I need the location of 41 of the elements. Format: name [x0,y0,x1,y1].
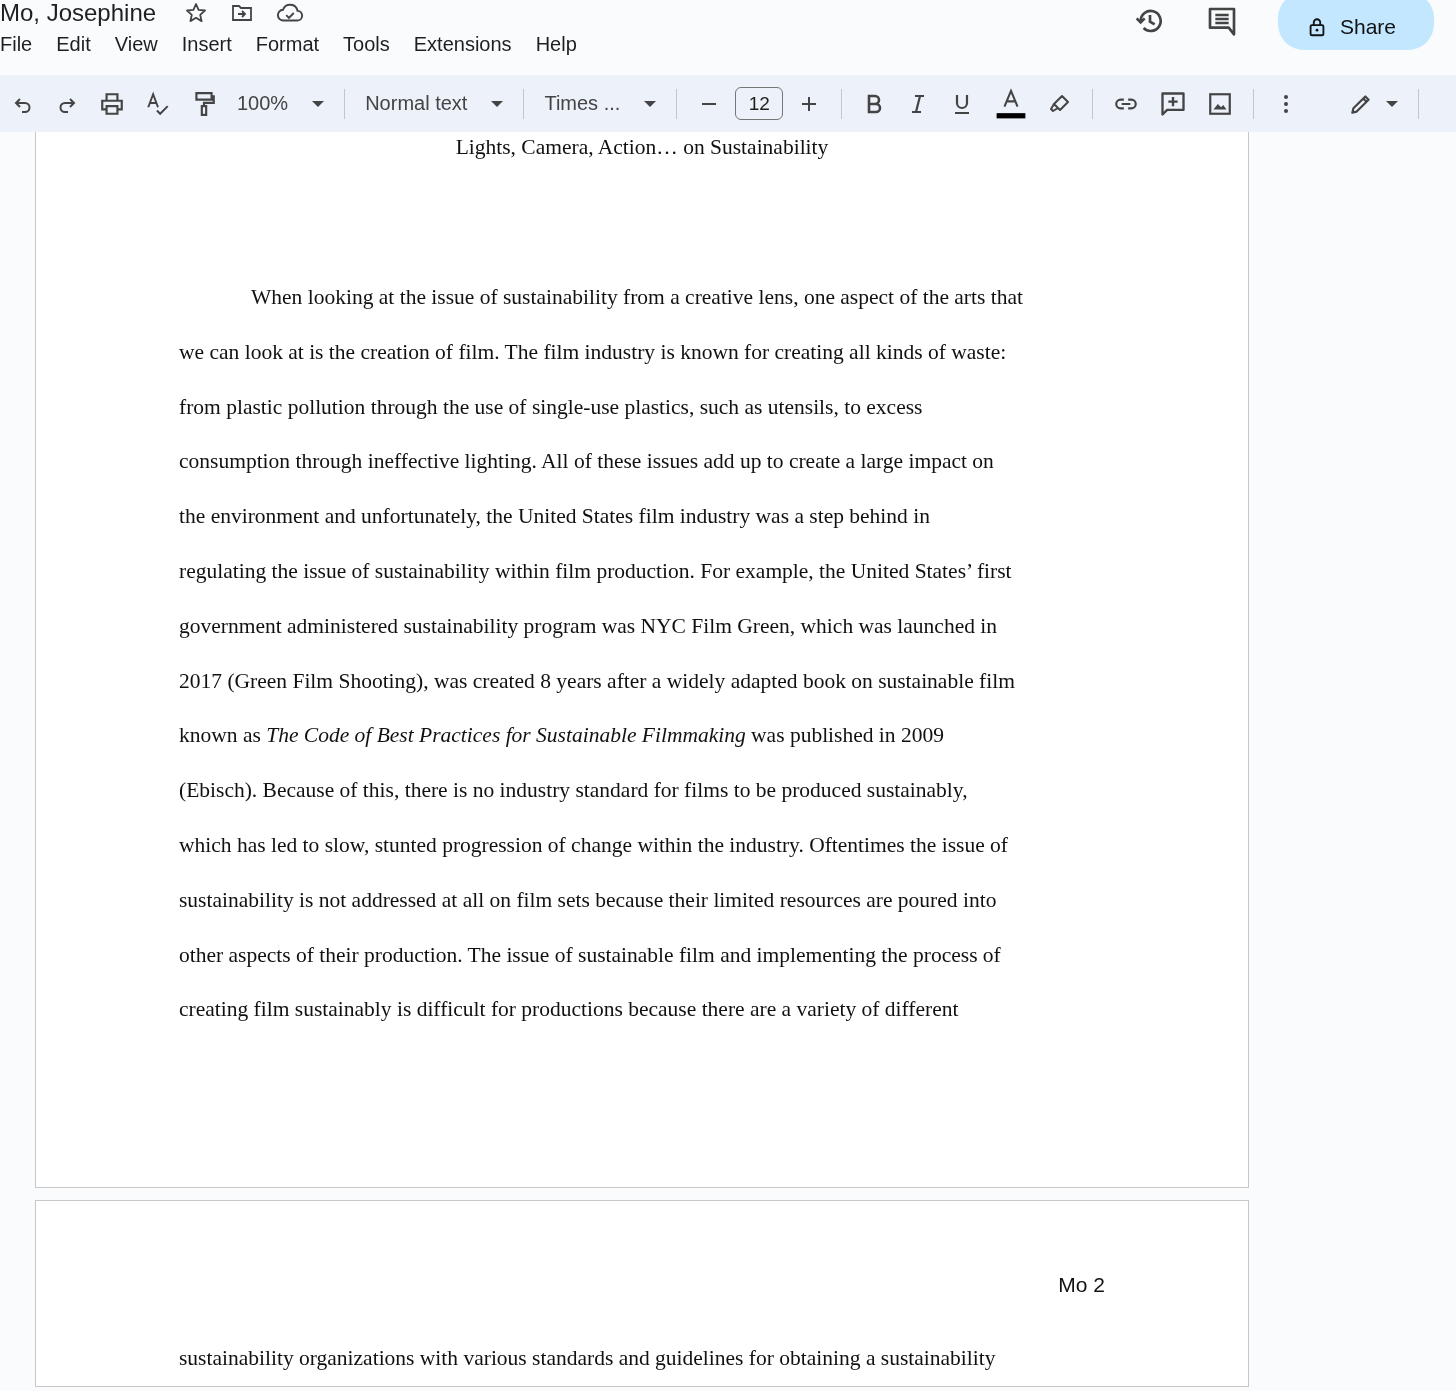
caret-icon [312,100,325,107]
font-size-field[interactable]: 12 [735,87,784,120]
body-text-line: sustainability organizations with various standards and guidelines for obtaining a sustainability [179,1346,996,1370]
menu-item[interactable]: Help [535,33,577,56]
body-text-line: consumption through ineffective lighting. All of these issues add up to create a large impact on [179,449,994,474]
menu-item[interactable]: Insert [181,33,232,56]
document-heading: Lights, Camera, Action… on Sustainability [455,135,829,159]
body-text-line: creating film sustainably is difficult for productions because there are a variety of different [179,997,959,1022]
body-text-line: from plastic pollution through the use of single-use plastics, such as utensils, to excess [179,394,923,419]
document-title[interactable]: Mo, Josephine [0,0,157,27]
page-header: Mo 2 [1058,1273,1105,1296]
caret-icon [1386,100,1399,107]
font-dropdown[interactable]: Times ... [544,92,657,115]
menu-item[interactable]: Tools [343,33,390,56]
zoom-dropdown[interactable]: 100% [237,92,325,115]
star-icon[interactable] [184,1,209,25]
print-icon[interactable] [99,90,125,117]
body-text-line: government administered sustainability program was NYC Film Green, which was launched in [179,613,998,638]
menu-item[interactable]: File [0,33,33,56]
body-text-line: sustainability is not addressed at all on film sets because their limited resources are poured into [179,887,997,912]
caret-icon [491,100,504,107]
spellcheck-icon[interactable] [145,90,171,117]
caret-icon [644,100,657,107]
body-text-line: known as The Code of Best Practices for Sustainable Filmmaking was published in 2009 [179,723,944,748]
body-text-line: 2017 (Green Film Shooting), was created 8 years after a widely adapted book on sustainable film [179,668,1015,693]
body-text-line: (Ebisch). Because of this, there is no industry standard for films to be produced sustainably, [179,778,968,803]
body-text-line: the environment and unfortunately, the United States film industry was a step behind in [179,504,930,529]
add-comment-icon[interactable] [1159,89,1188,118]
body-text-line: regulating the issue of sustainability within film production. For example, the United States’ first [179,559,1012,583]
body-text-line: which has led to slow, stunted progression of change within the industry. Oftentimes the issue of [179,832,1008,857]
share-button[interactable]: Share [1277,0,1434,50]
menu-item[interactable]: Edit [56,33,91,56]
menu-item[interactable]: View [114,33,158,56]
body-text-line: When looking at the issue of sustainability from a creative lens, one aspect of the arts that [251,285,1023,309]
body-text-line: other aspects of their production. The issue of sustainable film and implementing the process of [179,942,1001,967]
menu-item[interactable]: Extensions [413,33,512,56]
image-icon[interactable] [1207,90,1234,117]
paragraph-style-dropdown[interactable]: Normal text [365,92,504,115]
body-text-line: we can look at is the creation of film. The film industry is known for creating all kinds of waste: [179,339,1007,364]
cloud-check-icon[interactable] [276,2,305,24]
menu-item[interactable]: Format [255,33,320,56]
